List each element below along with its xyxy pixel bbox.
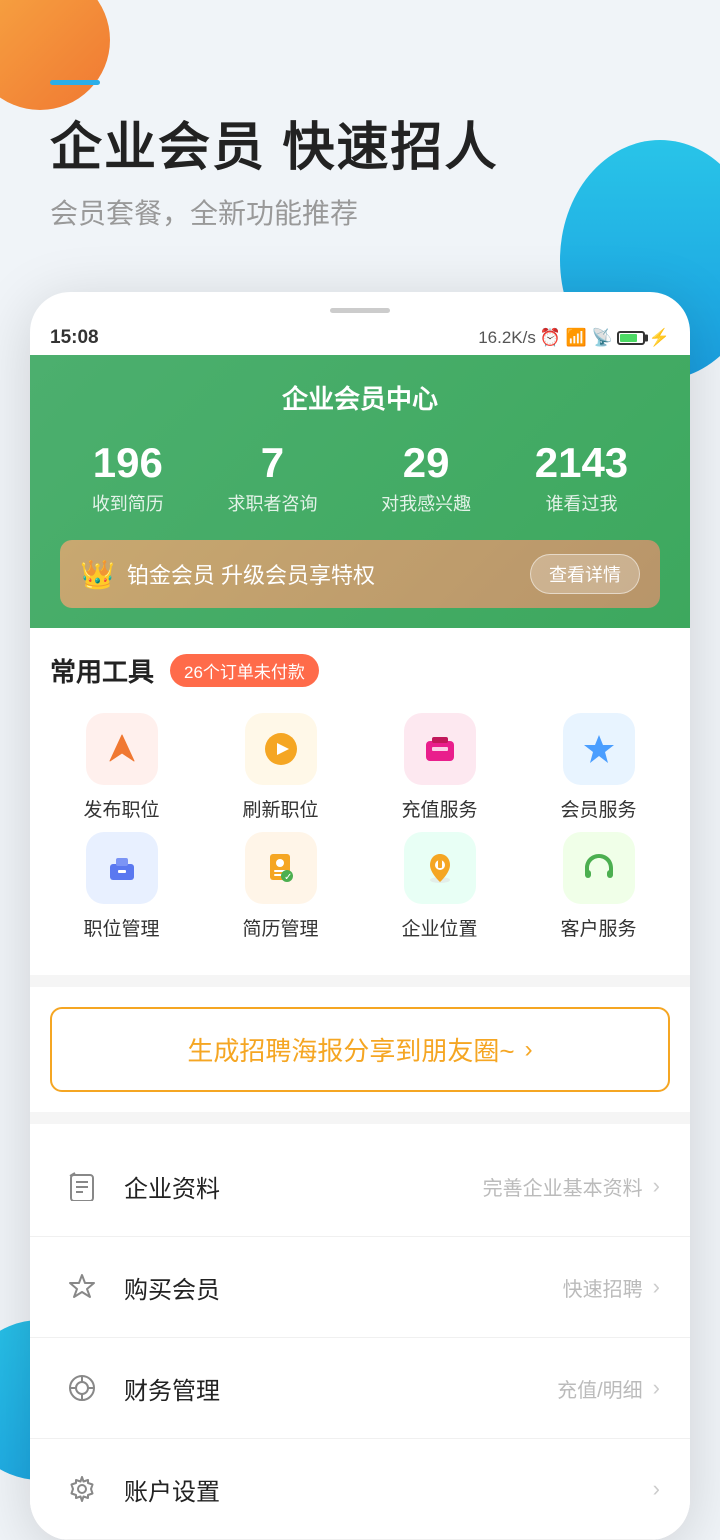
member-service-icon	[563, 713, 635, 785]
publish-job-label: 发布职位	[83, 795, 159, 822]
vip-left: 👑 铂金会员 升级会员享特权	[80, 558, 375, 591]
stat-number-consult: 7	[227, 440, 317, 486]
resume-manage-label: 简历管理	[242, 914, 318, 941]
unpaid-orders-badge: 26个订单未付款	[170, 654, 319, 687]
company-info-sub: 完善企业基本资料	[483, 1172, 643, 1201]
resume-manage-icon: ✓	[245, 832, 317, 904]
buy-member-sub: 快速招聘	[563, 1273, 643, 1302]
company-location-label: 企业位置	[401, 914, 477, 941]
tool-job-manage[interactable]: 职位管理	[50, 832, 193, 941]
refresh-job-icon	[245, 713, 317, 785]
publish-job-icon	[86, 713, 158, 785]
tools-title: 常用工具	[50, 652, 154, 689]
tool-customer-service[interactable]: 客户服务	[527, 832, 670, 941]
job-manage-label: 职位管理	[83, 914, 159, 941]
menu-item-company-info[interactable]: 企业资料 完善企业基本资料 ›	[30, 1136, 690, 1237]
tools-grid-row1: 发布职位 刷新职位 充	[50, 713, 670, 822]
vip-details-button[interactable]: 查看详情	[530, 554, 640, 594]
stat-label-interested: 对我感兴趣	[381, 490, 471, 516]
section-divider-2	[30, 1112, 690, 1124]
page-title: 企业会员 快速招人	[50, 105, 670, 180]
poster-arrow: ›	[525, 1036, 533, 1064]
member-service-label: 会员服务	[560, 795, 636, 822]
phone-indicator	[330, 308, 390, 313]
tool-refresh-job[interactable]: 刷新职位	[209, 713, 352, 822]
company-info-label: 企业资料	[124, 1169, 483, 1204]
svg-text:✓: ✓	[284, 872, 292, 883]
tool-recharge[interactable]: 充值服务	[368, 713, 511, 822]
poster-banner: 生成招聘海报分享到朋友圈~ ›	[30, 987, 690, 1112]
poster-button[interactable]: 生成招聘海报分享到朋友圈~ ›	[50, 1007, 670, 1092]
stat-number-views: 2143	[535, 440, 628, 486]
tools-section: 常用工具 26个订单未付款 发布职位 刷新职位	[30, 628, 690, 975]
recharge-label: 充值服务	[401, 795, 477, 822]
buy-member-arrow: ›	[653, 1274, 660, 1300]
refresh-job-label: 刷新职位	[242, 795, 318, 822]
accent-line	[50, 80, 100, 85]
status-right: 16.2K/s ⏰ 📶 📡 ⚡	[478, 328, 670, 348]
account-settings-label: 账户设置	[124, 1472, 643, 1507]
menu-item-buy-member[interactable]: 购买会员 快速招聘 ›	[30, 1237, 690, 1338]
poster-text: 生成招聘海报分享到朋友圈~	[187, 1031, 514, 1068]
vip-banner[interactable]: 👑 铂金会员 升级会员享特权 查看详情	[60, 540, 660, 608]
tool-member-service[interactable]: 会员服务	[527, 713, 670, 822]
company-info-arrow: ›	[653, 1173, 660, 1199]
stat-interested: 29 对我感兴趣	[381, 440, 471, 516]
status-icons: ⏰ 📶 📡	[540, 328, 613, 348]
finance-arrow: ›	[653, 1375, 660, 1401]
stats-row: 196 收到简历 7 求职者咨询 29 对我感兴趣 2143 谁看过我	[60, 440, 660, 516]
finance-label: 财务管理	[124, 1371, 557, 1406]
crown-icon: 👑	[80, 558, 115, 591]
page-subtitle: 会员套餐，全新功能推荐	[50, 192, 670, 232]
buy-member-icon	[60, 1265, 104, 1309]
battery-icon	[617, 331, 645, 345]
stat-number-resumes: 196	[92, 440, 164, 486]
stat-label-views: 谁看过我	[535, 490, 628, 516]
company-location-icon	[404, 832, 476, 904]
header-area: 企业会员 快速招人 会员套餐，全新功能推荐	[0, 0, 720, 272]
battery-fill	[620, 334, 637, 342]
recharge-icon	[404, 713, 476, 785]
menu-list: 企业资料 完善企业基本资料 › 购买会员 快速招聘 ›	[30, 1136, 690, 1540]
phone-top-bar	[30, 308, 690, 313]
tool-resume-manage[interactable]: ✓ 简历管理	[209, 832, 352, 941]
stat-views: 2143 谁看过我	[535, 440, 628, 516]
tool-company-location[interactable]: 企业位置	[368, 832, 511, 941]
company-info-icon	[60, 1164, 104, 1208]
member-center-title: 企业会员中心	[60, 379, 660, 416]
account-settings-arrow: ›	[653, 1476, 660, 1502]
stat-label-consult: 求职者咨询	[227, 490, 317, 516]
battery-percent: ⚡	[649, 328, 670, 348]
finance-sub: 充值/明细	[557, 1374, 643, 1403]
tools-header: 常用工具 26个订单未付款	[50, 652, 670, 689]
status-time: 15:08	[50, 327, 99, 349]
phone-mockup: 15:08 16.2K/s ⏰ 📶 📡 ⚡ 企业会员中心 196 收到简历 7 …	[30, 292, 690, 1540]
customer-service-label: 客户服务	[560, 914, 636, 941]
tool-publish-job[interactable]: 发布职位	[50, 713, 193, 822]
menu-item-account-settings[interactable]: 账户设置 ›	[30, 1439, 690, 1540]
status-bar: 15:08 16.2K/s ⏰ 📶 📡 ⚡	[30, 321, 690, 355]
status-speed: 16.2K/s	[478, 328, 536, 348]
menu-item-finance[interactable]: 财务管理 充值/明细 ›	[30, 1338, 690, 1439]
member-header: 企业会员中心 196 收到简历 7 求职者咨询 29 对我感兴趣 2143 谁看…	[30, 355, 690, 628]
battery-tip	[645, 335, 648, 342]
account-settings-icon	[60, 1467, 104, 1511]
stat-resumes: 196 收到简历	[92, 440, 164, 516]
job-manage-icon	[86, 832, 158, 904]
buy-member-label: 购买会员	[124, 1270, 563, 1305]
stat-consult: 7 求职者咨询	[227, 440, 317, 516]
section-divider	[30, 975, 690, 987]
finance-icon	[60, 1366, 104, 1410]
customer-service-icon	[563, 832, 635, 904]
stat-number-interested: 29	[381, 440, 471, 486]
vip-text: 铂金会员 升级会员享特权	[127, 558, 375, 590]
stat-label-resumes: 收到简历	[92, 490, 164, 516]
tools-grid-row2: 职位管理 ✓ 简历管理	[50, 832, 670, 941]
